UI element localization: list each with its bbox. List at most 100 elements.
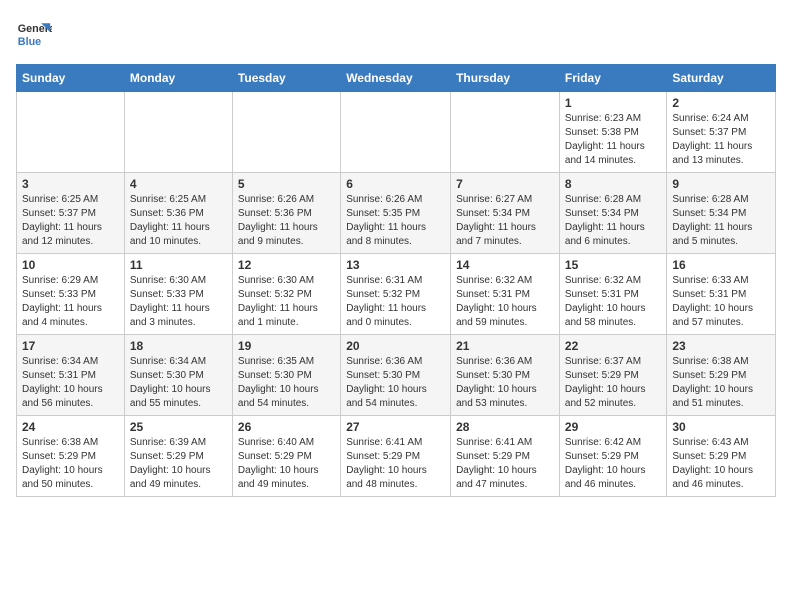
day-number: 25: [130, 420, 227, 434]
day-info: Sunrise: 6:34 AM Sunset: 5:30 PM Dayligh…: [130, 355, 227, 411]
calendar-cell: 9 Sunrise: 6:28 AM Sunset: 5:34 PM Daylig…: [667, 173, 776, 254]
day-number: 26: [238, 420, 335, 434]
svg-text:Blue: Blue: [18, 36, 41, 48]
day-info: Sunrise: 6:37 AM Sunset: 5:29 PM Dayligh…: [565, 355, 661, 411]
calendar-week-row: 3 Sunrise: 6:25 AM Sunset: 5:37 PM Daylig…: [17, 173, 776, 254]
day-number: 3: [22, 177, 119, 191]
day-info: Sunrise: 6:43 AM Sunset: 5:29 PM Dayligh…: [672, 436, 770, 492]
day-info: Sunrise: 6:30 AM Sunset: 5:32 PM Dayligh…: [238, 274, 335, 330]
day-number: 30: [672, 420, 770, 434]
day-number: 11: [130, 258, 227, 272]
day-number: 28: [456, 420, 554, 434]
day-info: Sunrise: 6:29 AM Sunset: 5:33 PM Dayligh…: [22, 274, 119, 330]
day-info: Sunrise: 6:42 AM Sunset: 5:29 PM Dayligh…: [565, 436, 661, 492]
weekday-header: Tuesday: [232, 65, 340, 92]
day-info: Sunrise: 6:32 AM Sunset: 5:31 PM Dayligh…: [565, 274, 661, 330]
day-info: Sunrise: 6:24 AM Sunset: 5:37 PM Dayligh…: [672, 112, 770, 168]
calendar-cell: 5 Sunrise: 6:26 AM Sunset: 5:36 PM Daylig…: [232, 173, 340, 254]
header-row: SundayMondayTuesdayWednesdayThursdayFrid…: [17, 65, 776, 92]
day-info: Sunrise: 6:31 AM Sunset: 5:32 PM Dayligh…: [346, 274, 445, 330]
day-info: Sunrise: 6:38 AM Sunset: 5:29 PM Dayligh…: [22, 436, 119, 492]
day-number: 1: [565, 96, 661, 110]
page-header: General Blue: [16, 16, 776, 52]
calendar-cell: 15 Sunrise: 6:32 AM Sunset: 5:31 PM Dayli…: [559, 254, 666, 335]
calendar-cell: [17, 92, 125, 173]
calendar-cell: 1 Sunrise: 6:23 AM Sunset: 5:38 PM Daylig…: [559, 92, 666, 173]
day-info: Sunrise: 6:30 AM Sunset: 5:33 PM Dayligh…: [130, 274, 227, 330]
day-info: Sunrise: 6:36 AM Sunset: 5:30 PM Dayligh…: [346, 355, 445, 411]
calendar-cell: 19 Sunrise: 6:35 AM Sunset: 5:30 PM Dayli…: [232, 335, 340, 416]
logo: General Blue: [16, 16, 52, 52]
calendar-cell: 11 Sunrise: 6:30 AM Sunset: 5:33 PM Dayli…: [124, 254, 232, 335]
day-info: Sunrise: 6:33 AM Sunset: 5:31 PM Dayligh…: [672, 274, 770, 330]
day-number: 15: [565, 258, 661, 272]
calendar-cell: 29 Sunrise: 6:42 AM Sunset: 5:29 PM Dayli…: [559, 416, 666, 497]
calendar-cell: 28 Sunrise: 6:41 AM Sunset: 5:29 PM Dayli…: [451, 416, 560, 497]
logo-icon: General Blue: [16, 16, 52, 52]
day-info: Sunrise: 6:40 AM Sunset: 5:29 PM Dayligh…: [238, 436, 335, 492]
day-number: 13: [346, 258, 445, 272]
weekday-header: Friday: [559, 65, 666, 92]
day-info: Sunrise: 6:41 AM Sunset: 5:29 PM Dayligh…: [456, 436, 554, 492]
day-number: 5: [238, 177, 335, 191]
calendar-cell: 18Sunrise: 6:34 AM Sunset: 5:30 PM Dayli…: [124, 335, 232, 416]
calendar-cell: [451, 92, 560, 173]
day-info: Sunrise: 6:25 AM Sunset: 5:36 PM Dayligh…: [130, 193, 227, 249]
day-info: Sunrise: 6:32 AM Sunset: 5:31 PM Dayligh…: [456, 274, 554, 330]
day-info: Sunrise: 6:23 AM Sunset: 5:38 PM Dayligh…: [565, 112, 661, 168]
day-info: Sunrise: 6:35 AM Sunset: 5:30 PM Dayligh…: [238, 355, 335, 411]
calendar-cell: [341, 92, 451, 173]
calendar-cell: [232, 92, 340, 173]
calendar-cell: 25 Sunrise: 6:39 AM Sunset: 5:29 PM Dayli…: [124, 416, 232, 497]
day-number: 7: [456, 177, 554, 191]
day-info: Sunrise: 6:39 AM Sunset: 5:29 PM Dayligh…: [130, 436, 227, 492]
calendar-cell: 17 Sunrise: 6:34 AM Sunset: 5:31 PM Dayli…: [17, 335, 125, 416]
calendar-cell: 10 Sunrise: 6:29 AM Sunset: 5:33 PM Dayli…: [17, 254, 125, 335]
day-number: 20: [346, 339, 445, 353]
day-info: Sunrise: 6:28 AM Sunset: 5:34 PM Dayligh…: [565, 193, 661, 249]
day-info: Sunrise: 6:41 AM Sunset: 5:29 PM Dayligh…: [346, 436, 445, 492]
calendar-cell: 27Sunrise: 6:41 AM Sunset: 5:29 PM Dayli…: [341, 416, 451, 497]
calendar-cell: 7 Sunrise: 6:27 AM Sunset: 5:34 PM Daylig…: [451, 173, 560, 254]
calendar-cell: 22Sunrise: 6:37 AM Sunset: 5:29 PM Dayli…: [559, 335, 666, 416]
calendar-cell: 3 Sunrise: 6:25 AM Sunset: 5:37 PM Daylig…: [17, 173, 125, 254]
calendar-cell: 4 Sunrise: 6:25 AM Sunset: 5:36 PM Daylig…: [124, 173, 232, 254]
day-info: Sunrise: 6:27 AM Sunset: 5:34 PM Dayligh…: [456, 193, 554, 249]
calendar-cell: 8 Sunrise: 6:28 AM Sunset: 5:34 PM Daylig…: [559, 173, 666, 254]
calendar-cell: 24Sunrise: 6:38 AM Sunset: 5:29 PM Dayli…: [17, 416, 125, 497]
calendar-table: SundayMondayTuesdayWednesdayThursdayFrid…: [16, 64, 776, 497]
calendar-cell: 16 Sunrise: 6:33 AM Sunset: 5:31 PM Dayli…: [667, 254, 776, 335]
day-number: 21: [456, 339, 554, 353]
calendar-cell: 30 Sunrise: 6:43 AM Sunset: 5:29 PM Dayli…: [667, 416, 776, 497]
day-number: 9: [672, 177, 770, 191]
day-info: Sunrise: 6:26 AM Sunset: 5:36 PM Dayligh…: [238, 193, 335, 249]
day-number: 4: [130, 177, 227, 191]
calendar-cell: 20 Sunrise: 6:36 AM Sunset: 5:30 PM Dayli…: [341, 335, 451, 416]
weekday-header: Thursday: [451, 65, 560, 92]
day-number: 17: [22, 339, 119, 353]
day-number: 16: [672, 258, 770, 272]
day-info: Sunrise: 6:34 AM Sunset: 5:31 PM Dayligh…: [22, 355, 119, 411]
day-number: 23: [672, 339, 770, 353]
calendar-cell: 6Sunrise: 6:26 AM Sunset: 5:35 PM Daylig…: [341, 173, 451, 254]
weekday-header: Monday: [124, 65, 232, 92]
calendar-week-row: 10 Sunrise: 6:29 AM Sunset: 5:33 PM Dayli…: [17, 254, 776, 335]
day-info: Sunrise: 6:36 AM Sunset: 5:30 PM Dayligh…: [456, 355, 554, 411]
day-number: 10: [22, 258, 119, 272]
day-number: 19: [238, 339, 335, 353]
weekday-header: Saturday: [667, 65, 776, 92]
calendar-cell: 2Sunrise: 6:24 AM Sunset: 5:37 PM Daylig…: [667, 92, 776, 173]
day-number: 8: [565, 177, 661, 191]
day-number: 29: [565, 420, 661, 434]
day-info: Sunrise: 6:38 AM Sunset: 5:29 PM Dayligh…: [672, 355, 770, 411]
calendar-cell: 23 Sunrise: 6:38 AM Sunset: 5:29 PM Dayli…: [667, 335, 776, 416]
calendar-cell: 21 Sunrise: 6:36 AM Sunset: 5:30 PM Dayli…: [451, 335, 560, 416]
calendar-week-row: 17 Sunrise: 6:34 AM Sunset: 5:31 PM Dayli…: [17, 335, 776, 416]
day-info: Sunrise: 6:28 AM Sunset: 5:34 PM Dayligh…: [672, 193, 770, 249]
day-number: 6: [346, 177, 445, 191]
weekday-header: Wednesday: [341, 65, 451, 92]
day-info: Sunrise: 6:25 AM Sunset: 5:37 PM Dayligh…: [22, 193, 119, 249]
calendar-cell: 13 Sunrise: 6:31 AM Sunset: 5:32 PM Dayli…: [341, 254, 451, 335]
weekday-header: Sunday: [17, 65, 125, 92]
calendar-week-row: 1 Sunrise: 6:23 AM Sunset: 5:38 PM Daylig…: [17, 92, 776, 173]
